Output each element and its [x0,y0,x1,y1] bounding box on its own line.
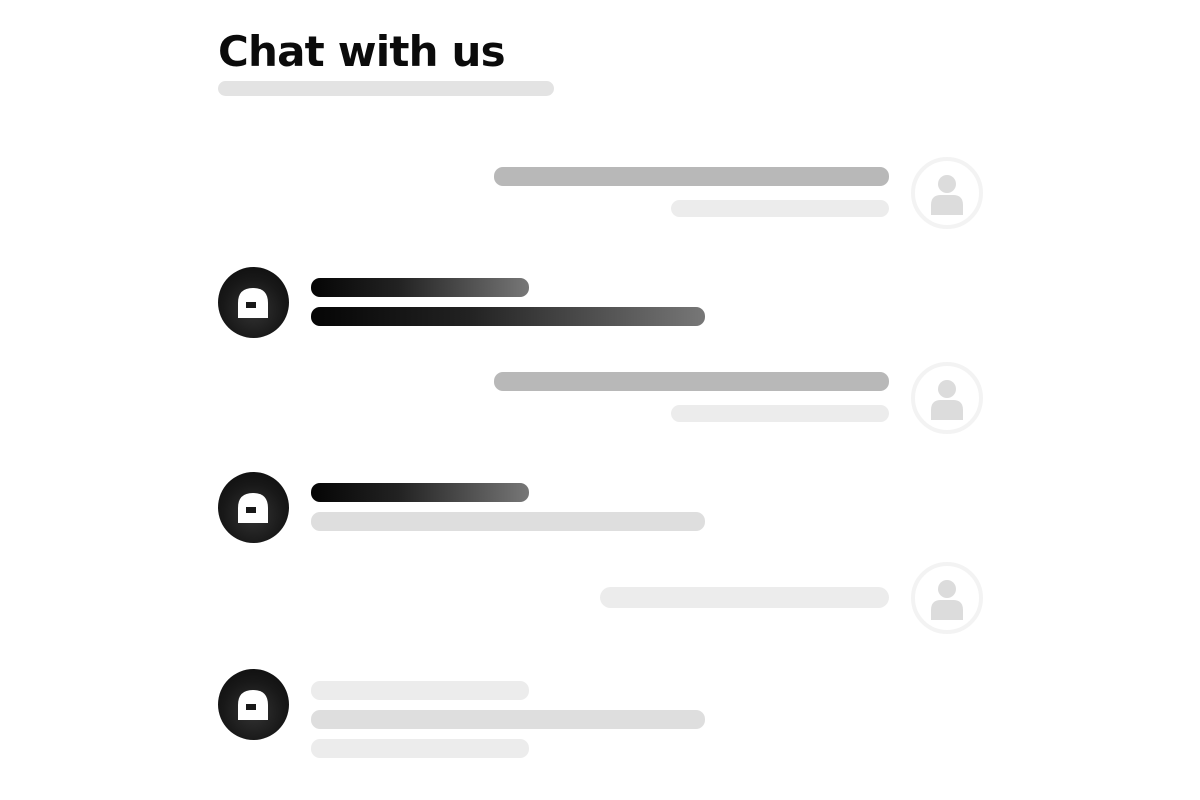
person-placeholder-icon [931,580,963,620]
brand-logo-a-icon [238,690,268,720]
brand-logo-a-icon [238,288,268,318]
agent-message-line [311,710,705,729]
user-message-line [494,372,889,391]
agent-message-line [311,681,529,700]
person-placeholder-icon [931,380,963,420]
page-title: Chat with us [218,27,506,76]
user-message-line [600,587,889,608]
user-message-meta [671,200,889,217]
user-avatar [911,362,983,434]
user-avatar [911,157,983,229]
agent-message-line [311,307,705,326]
user-message-line [494,167,889,186]
agent-avatar [218,472,289,543]
agent-message-line [311,278,529,297]
agent-message-line [311,739,529,758]
user-message-meta [671,405,889,422]
person-placeholder-icon [931,175,963,215]
agent-avatar [218,669,289,740]
user-avatar [911,562,983,634]
subtitle-placeholder [218,81,554,96]
agent-message-line [311,512,705,531]
brand-logo-a-icon [238,493,268,523]
agent-avatar [218,267,289,338]
agent-message-line [311,483,529,502]
